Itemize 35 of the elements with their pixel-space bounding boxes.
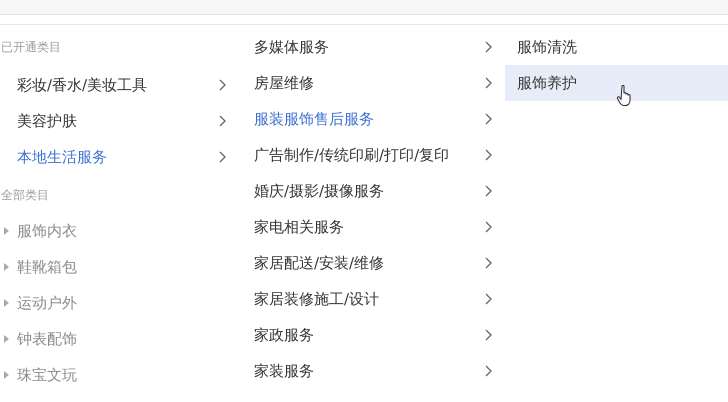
triangle-icon	[4, 371, 9, 379]
section-heading: 已开通类目	[1, 39, 62, 56]
chevron-icon	[485, 41, 492, 53]
chevron-icon	[485, 329, 492, 341]
section-heading: 全部类目	[1, 187, 50, 204]
service-item[interactable]: 服饰养护	[505, 65, 728, 101]
subcategory-item[interactable]: 家电相关服务	[239, 209, 502, 245]
chevron-icon	[219, 115, 226, 127]
chevron-icon	[219, 151, 226, 163]
chevron-icon	[485, 77, 492, 89]
category-item[interactable]: 彩妆/香水/美妆工具	[0, 67, 240, 103]
subcategory-item[interactable]: 房屋维修	[239, 65, 502, 101]
chevron-icon	[485, 149, 492, 161]
triangle-icon	[4, 299, 9, 307]
subcategory-item[interactable]: 家居配送/安装/维修	[239, 245, 502, 281]
chevron-icon	[219, 79, 226, 91]
chevron-icon	[485, 257, 492, 269]
chevron-icon	[485, 365, 492, 377]
subcategory-item[interactable]: 婚庆/摄影/摄像服务	[239, 173, 502, 209]
subcategory-item[interactable]: 家政服务	[239, 317, 502, 353]
chevron-icon	[485, 221, 492, 233]
category-item[interactable]: 美容护肤	[0, 103, 240, 139]
subcategory-item[interactable]: 家装服务	[239, 353, 502, 389]
subcategory-item[interactable]: 广告制作/传统印刷/打印/复印	[239, 137, 502, 173]
chevron-icon	[485, 185, 492, 197]
chevron-icon	[485, 293, 492, 305]
service-item[interactable]: 服饰清洗	[505, 29, 728, 65]
subcategory-item[interactable]: 家居装修施工/设计	[239, 281, 502, 317]
chevron-icon	[485, 113, 492, 125]
subcategory-item[interactable]: 服装服饰售后服务	[239, 101, 502, 137]
subcategory-item[interactable]: 多媒体服务	[239, 29, 502, 65]
category-item[interactable]: 本地生活服务	[0, 139, 240, 175]
triangle-icon	[4, 335, 9, 343]
triangle-icon	[4, 263, 9, 271]
triangle-icon	[4, 227, 9, 235]
